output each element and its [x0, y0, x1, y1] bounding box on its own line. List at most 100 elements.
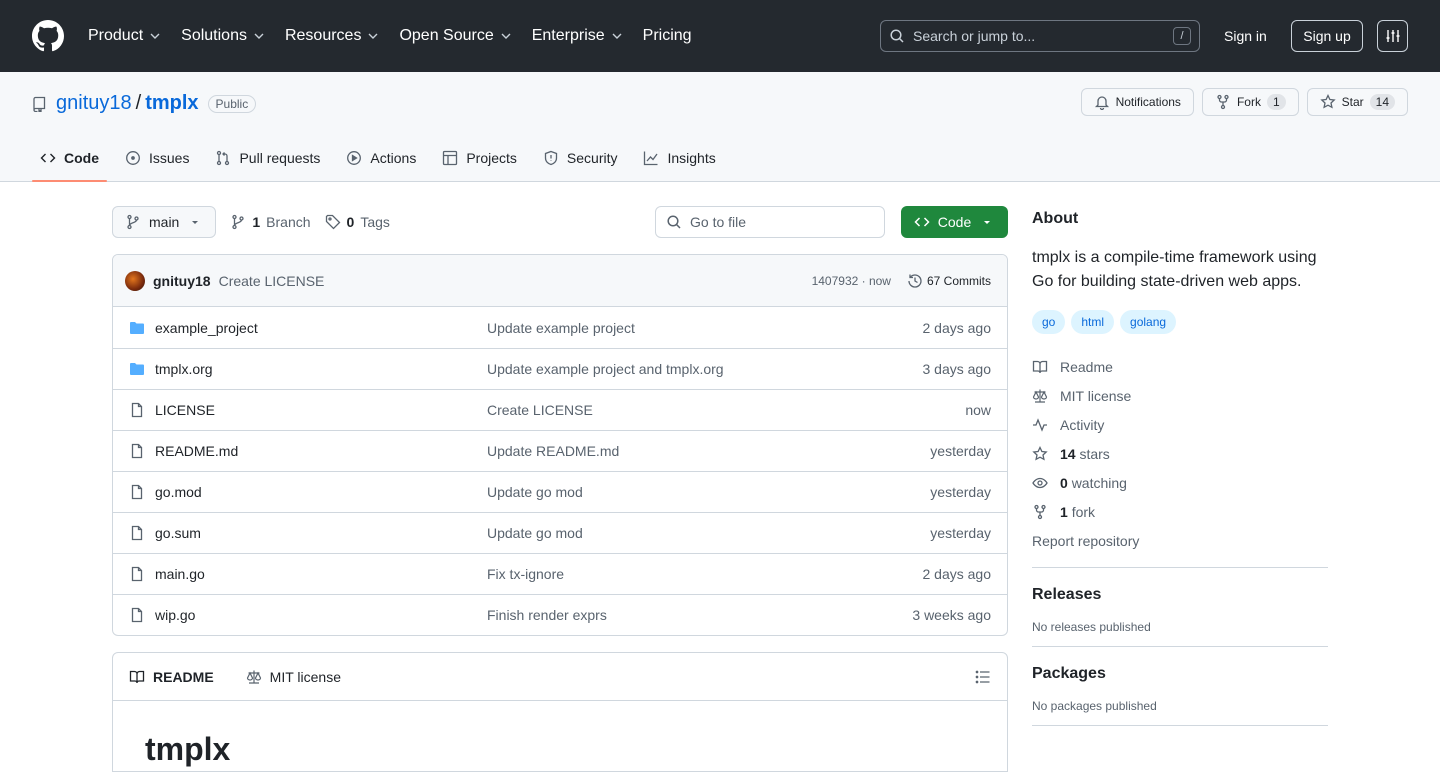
table-row[interactable]: README.md Update README.md yesterday: [113, 430, 1007, 471]
tab-code[interactable]: Code: [32, 135, 107, 182]
packages-text: No packages published: [1032, 699, 1157, 713]
topic-tag[interactable]: go: [1032, 310, 1066, 334]
nav-open-source[interactable]: Open Source: [399, 27, 513, 45]
star-button[interactable]: Star 14: [1306, 88, 1408, 116]
file-commit-age: yesterday: [930, 525, 991, 541]
file-name-cell: LICENSE: [129, 402, 487, 418]
tab-projects[interactable]: Projects: [434, 135, 525, 181]
nav-pricing[interactable]: Pricing: [643, 27, 692, 45]
notifications-button[interactable]: Notifications: [1080, 88, 1194, 116]
branch-label: Branch: [266, 214, 311, 230]
tab-label: Code: [64, 150, 99, 166]
tab-label: Projects: [466, 150, 517, 166]
file-icon: [131, 525, 143, 541]
branch-icon: [127, 214, 139, 230]
forks-link[interactable]: 1 fork: [1032, 497, 1328, 526]
file-name[interactable]: go.mod: [155, 484, 202, 500]
sign-in-link[interactable]: Sign in: [1224, 28, 1267, 44]
branch-select-button[interactable]: main: [112, 206, 217, 238]
table-row[interactable]: go.sum Update go mod yesterday: [113, 512, 1007, 553]
releases-title[interactable]: Releases: [1032, 586, 1328, 604]
file-name-cell: go.sum: [129, 525, 487, 541]
chevron-down-icon: [368, 33, 378, 39]
watching-link[interactable]: 0 watching: [1032, 468, 1328, 497]
github-logo-icon[interactable]: [32, 20, 64, 52]
go-to-file-input[interactable]: Go to file: [655, 206, 885, 238]
code-icon: [40, 153, 56, 163]
commit-message[interactable]: Create LICENSE: [219, 273, 325, 289]
table-row[interactable]: tmplx.org Update example project and tmpl…: [113, 348, 1007, 389]
file-name[interactable]: wip.go: [155, 607, 195, 623]
tab-security[interactable]: Security: [535, 135, 626, 181]
file-commit-message[interactable]: Update example project and tmplx.org: [487, 361, 923, 377]
repo-owner-link[interactable]: gnituy18: [56, 92, 132, 115]
readme-tabs: README MIT license: [113, 653, 1007, 701]
topic-tag[interactable]: golang: [1120, 310, 1177, 334]
code-button[interactable]: Code: [901, 206, 1008, 238]
file-name[interactable]: main.go: [155, 566, 205, 582]
readme-panel: README MIT license tmplx: [112, 652, 1008, 772]
file-name[interactable]: tmplx.org: [155, 361, 213, 377]
file-name[interactable]: README.md: [155, 443, 238, 459]
tab-issues[interactable]: Issues: [117, 135, 197, 181]
nav-product[interactable]: Product: [88, 27, 163, 45]
branches-link[interactable]: 1 Branch: [230, 214, 311, 230]
file-commit-message[interactable]: Update go mod: [487, 525, 930, 541]
tab-label: Insights: [667, 150, 716, 166]
nav-solutions[interactable]: Solutions: [181, 27, 267, 45]
repo-name-link[interactable]: tmplx: [145, 92, 198, 115]
file-commit-message[interactable]: Update README.md: [487, 443, 930, 459]
table-row[interactable]: wip.go Finish render exprs 3 weeks ago: [113, 594, 1007, 635]
tab-insights[interactable]: Insights: [635, 135, 723, 181]
tab-actions[interactable]: Actions: [338, 135, 424, 181]
table-row[interactable]: go.mod Update go mod yesterday: [113, 471, 1007, 512]
file-commit-age: 2 days ago: [922, 566, 992, 582]
file-name[interactable]: go.sum: [155, 525, 201, 541]
commits-history-link[interactable]: 67 Commits: [907, 273, 991, 289]
divider: [1032, 567, 1328, 568]
stars-link[interactable]: 14 stars: [1032, 439, 1328, 468]
table-row[interactable]: main.go Fix tx-ignore 2 days ago: [113, 553, 1007, 594]
search-shortcut-key: /: [1173, 27, 1191, 45]
readme-tab[interactable]: README: [129, 669, 222, 685]
menu-button[interactable]: [1377, 20, 1408, 52]
fork-button[interactable]: Fork 1: [1201, 88, 1299, 116]
nav-label: Product: [88, 27, 144, 44]
file-icon: [131, 607, 143, 623]
fork-count: 1: [1266, 94, 1286, 110]
file-name[interactable]: LICENSE: [155, 402, 215, 418]
chevron-down-icon: [150, 33, 160, 39]
sign-up-button[interactable]: Sign up: [1291, 20, 1363, 52]
nav-label: Enterprise: [531, 27, 605, 44]
nav-enterprise[interactable]: Enterprise: [532, 27, 625, 45]
report-repository-link[interactable]: Report repository: [1032, 526, 1328, 555]
about-title: About: [1032, 210, 1079, 227]
search-icon: [667, 215, 681, 229]
commit-hash-time[interactable]: 1407932 · now: [812, 274, 891, 288]
file-commit-message[interactable]: Update go mod: [487, 484, 930, 500]
tab-pull-requests[interactable]: Pull requests: [207, 135, 328, 181]
avatar[interactable]: [125, 270, 145, 291]
readme-link[interactable]: Readme: [1032, 352, 1328, 381]
file-name[interactable]: example_project: [155, 320, 258, 336]
license-link[interactable]: MIT license: [1032, 381, 1328, 410]
chevron-down-icon: [254, 33, 264, 39]
file-icon: [131, 402, 143, 418]
nav-resources[interactable]: Resources: [285, 27, 381, 45]
topic-tag[interactable]: html: [1071, 310, 1115, 334]
search-placeholder: Search or jump to...: [913, 28, 1036, 44]
search-input[interactable]: Search or jump to... /: [880, 20, 1200, 52]
packages-title[interactable]: Packages: [1032, 665, 1328, 683]
activity-link[interactable]: Activity: [1032, 410, 1328, 439]
file-commit-message[interactable]: Fix tx-ignore: [487, 566, 923, 582]
table-row[interactable]: example_project Update example project 2 d…: [113, 307, 1007, 348]
commit-author[interactable]: gnituy18: [153, 273, 211, 289]
file-commit-message[interactable]: Finish render exprs: [487, 607, 912, 623]
license-tab[interactable]: MIT license: [246, 669, 341, 685]
file-commit-message[interactable]: Create LICENSE: [487, 402, 965, 418]
table-row[interactable]: LICENSE Create LICENSE now: [113, 389, 1007, 430]
table-of-contents-button[interactable]: [975, 669, 991, 685]
tags-link[interactable]: 0 Tags: [325, 214, 390, 230]
repo-icon: [33, 96, 46, 112]
file-commit-message[interactable]: Update example project: [487, 320, 923, 336]
